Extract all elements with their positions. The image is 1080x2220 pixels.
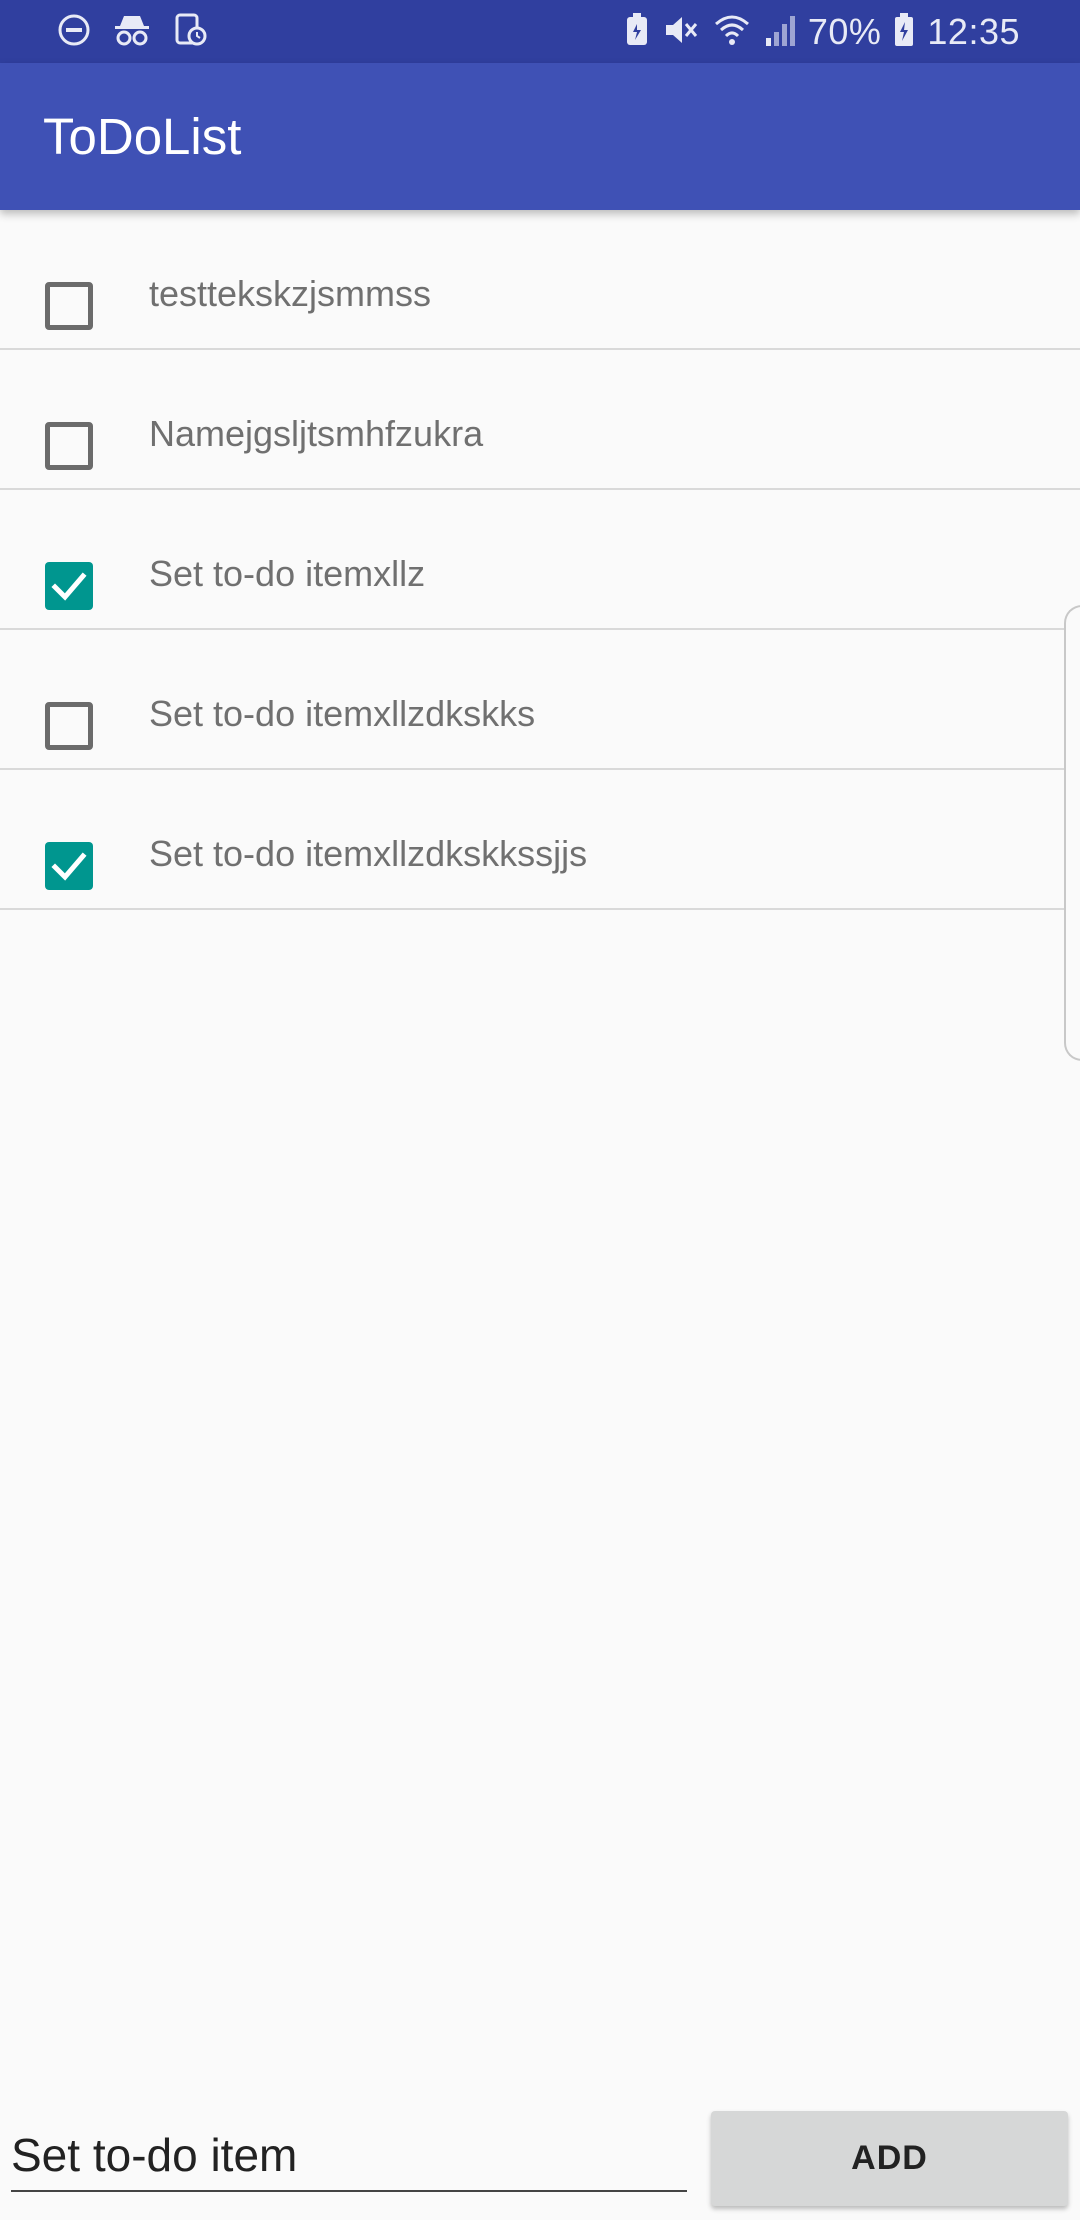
check-icon bbox=[51, 572, 87, 601]
battery-icon bbox=[893, 12, 915, 53]
battery-percentage: 70% bbox=[807, 11, 882, 52]
add-item-bar: ADD bbox=[0, 2100, 1080, 2220]
list-item[interactable]: Set to-do itemxllz bbox=[0, 490, 1080, 630]
list-item[interactable]: testtekskzjsmmss bbox=[0, 210, 1080, 350]
todo-label: Set to-do itemxllzdkskks bbox=[149, 693, 536, 734]
clock: 12:35 bbox=[927, 11, 1020, 52]
mute-icon bbox=[662, 12, 700, 53]
do-not-disturb-icon bbox=[56, 12, 92, 53]
list-item[interactable]: Set to-do itemxllzdkskks bbox=[0, 630, 1080, 770]
edge-panel-handle[interactable] bbox=[1064, 605, 1080, 1061]
wifi-icon bbox=[712, 12, 752, 53]
checkbox[interactable] bbox=[45, 422, 93, 470]
check-icon bbox=[51, 852, 87, 881]
battery-saver-icon bbox=[624, 12, 650, 53]
todo-label: Set to-do itemxllz bbox=[149, 553, 426, 594]
screen-time-icon bbox=[172, 12, 208, 53]
incognito-icon bbox=[112, 12, 152, 53]
todo-label: Namejgsljtsmhfzukra bbox=[149, 413, 484, 454]
app-title: ToDoList bbox=[43, 108, 242, 165]
status-icons-left bbox=[56, 12, 208, 53]
todo-list: testtekskzjsmmss Namejgsljtsmhfzukra Set… bbox=[0, 210, 1080, 910]
list-item[interactable]: Set to-do itemxllzdkskkssjjs bbox=[0, 770, 1080, 910]
app-bar: ToDoList bbox=[0, 63, 1080, 210]
checkbox-checked[interactable] bbox=[45, 842, 93, 890]
checkbox[interactable] bbox=[45, 702, 93, 750]
list-item[interactable]: Namejgsljtsmhfzukra bbox=[0, 350, 1080, 490]
add-button[interactable]: ADD bbox=[711, 2111, 1068, 2206]
checkbox-checked[interactable] bbox=[45, 562, 93, 610]
status-bar: 70% 12:35 bbox=[0, 0, 1080, 63]
checkbox[interactable] bbox=[45, 282, 93, 330]
new-item-input[interactable] bbox=[11, 2120, 687, 2192]
status-icons-right: 70% 12:35 bbox=[624, 8, 1020, 56]
todo-label: testtekskzjsmmss bbox=[149, 273, 432, 314]
todo-label: Set to-do itemxllzdkskkssjjs bbox=[149, 833, 588, 874]
signal-icon bbox=[764, 12, 796, 53]
